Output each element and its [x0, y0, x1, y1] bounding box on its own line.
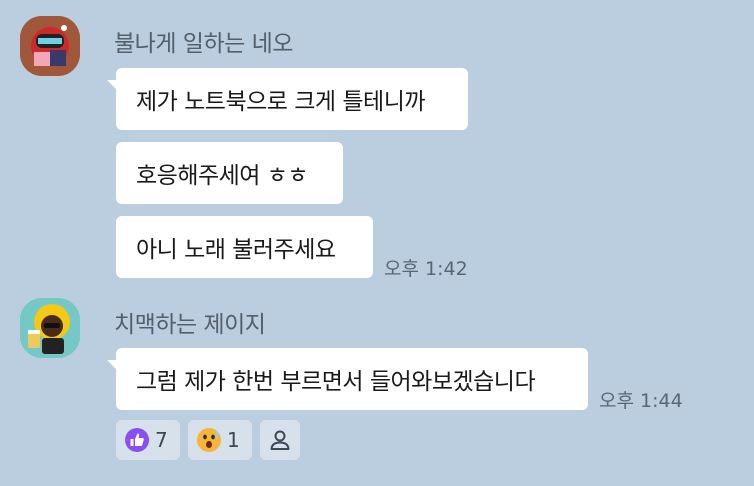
- reaction-count: 1: [227, 428, 240, 452]
- message-bubble[interactable]: 제가 노트북으로 크게 틀테니까: [107, 68, 468, 130]
- message-bubble[interactable]: 호응해주세여 ㅎㅎ: [116, 142, 343, 204]
- jayg-character-icon: [20, 298, 80, 358]
- message-bubble[interactable]: 그럼 제가 한번 부르면서 들어와보겠습니다: [107, 348, 588, 410]
- sender-name-neo: 불나게 일하는 네오: [114, 31, 293, 57]
- thumbs-up-icon: [125, 428, 149, 452]
- message-text: 제가 노트북으로 크게 틀테니까: [136, 89, 426, 115]
- sender-name-jayg: 치맥하는 제이지: [114, 312, 266, 338]
- reaction-members-button[interactable]: [260, 420, 300, 460]
- surprised-face-icon: [197, 428, 221, 452]
- reaction-like-button[interactable]: 7: [116, 420, 180, 460]
- reaction-wow-button[interactable]: 1: [188, 420, 252, 460]
- message-text: 아니 노래 불러주세요: [136, 237, 336, 263]
- message-timestamp: 오후 1:44: [599, 390, 683, 412]
- person-icon: [270, 430, 290, 450]
- message-timestamp: 오후 1:42: [384, 258, 468, 280]
- message-text: 그럼 제가 한번 부르면서 들어와보겠습니다: [136, 369, 536, 395]
- message-text: 호응해주세여 ㅎㅎ: [136, 163, 309, 189]
- avatar-jayg[interactable]: [20, 298, 80, 358]
- avatar-neo[interactable]: [20, 16, 80, 76]
- message-bubble[interactable]: 아니 노래 불러주세요: [116, 216, 373, 278]
- neo-character-icon: [20, 16, 80, 76]
- reaction-count: 7: [155, 428, 168, 452]
